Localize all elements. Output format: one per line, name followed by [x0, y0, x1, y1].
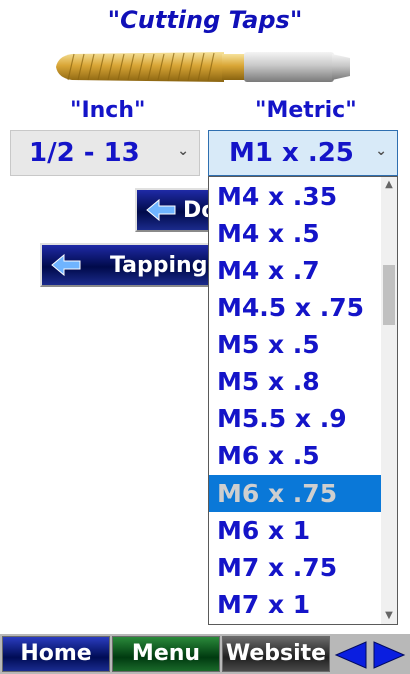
- prev-arrow-icon: [334, 641, 367, 669]
- dropdown-option[interactable]: M4 x .7: [209, 252, 381, 289]
- scrollbar-thumb[interactable]: [383, 265, 395, 325]
- inch-label: "Inch": [70, 98, 146, 123]
- metric-select-value: M1 x .25: [229, 138, 354, 168]
- dropdown-option-highlighted[interactable]: M6 x .75: [209, 475, 381, 512]
- back-arrow-icon: [50, 253, 82, 283]
- dropdown-option[interactable]: M5 x .5: [209, 326, 381, 363]
- tapping-back-button[interactable]: Tapping: [40, 243, 215, 287]
- inch-select-value: 1/2 - 13: [29, 138, 140, 168]
- dropdown-option[interactable]: M7 x .75: [209, 549, 381, 586]
- inch-select[interactable]: 1/2 - 13 ⌄: [10, 130, 200, 176]
- dropdown-option[interactable]: M5.5 x .9: [209, 400, 381, 437]
- dropdown-option[interactable]: M7 x 1: [209, 586, 381, 623]
- drill-back-button[interactable]: Do: [135, 188, 215, 232]
- website-button[interactable]: Website: [222, 636, 330, 672]
- scroll-down-icon[interactable]: ▼: [381, 608, 397, 624]
- next-arrow-icon: [373, 641, 406, 669]
- dropdown-option[interactable]: M5 x .8: [209, 363, 381, 400]
- page-title: "Cutting Taps": [107, 6, 303, 34]
- nav-arrows: [334, 640, 410, 670]
- menu-button[interactable]: Menu: [112, 636, 220, 672]
- tapping-button-label: Tapping: [110, 253, 208, 278]
- metric-select[interactable]: M1 x .25 ⌄: [208, 130, 398, 176]
- bottom-nav-bar: Home Menu Website: [0, 634, 410, 674]
- scroll-up-icon[interactable]: ▲: [381, 177, 397, 193]
- home-button[interactable]: Home: [2, 636, 110, 672]
- cutting-tap-image: [54, 44, 354, 90]
- chevron-down-icon: ⌄: [375, 143, 387, 159]
- dropdown-option[interactable]: M4 x .35: [209, 178, 381, 215]
- back-arrow-icon: [145, 198, 177, 228]
- metric-label: "Metric": [255, 98, 357, 123]
- dropdown-option[interactable]: M6 x 1: [209, 512, 381, 549]
- dropdown-option[interactable]: M6 x .5: [209, 437, 381, 474]
- dropdown-option[interactable]: M4.5 x .75: [209, 289, 381, 326]
- dropdown-scrollbar[interactable]: ▲ ▼: [381, 177, 397, 624]
- dropdown-option[interactable]: M4 x .5: [209, 215, 381, 252]
- metric-dropdown-list[interactable]: M4 x .35 M4 x .5 M4 x .7 M4.5 x .75 M5 x…: [208, 176, 398, 625]
- chevron-down-icon: ⌄: [177, 143, 189, 159]
